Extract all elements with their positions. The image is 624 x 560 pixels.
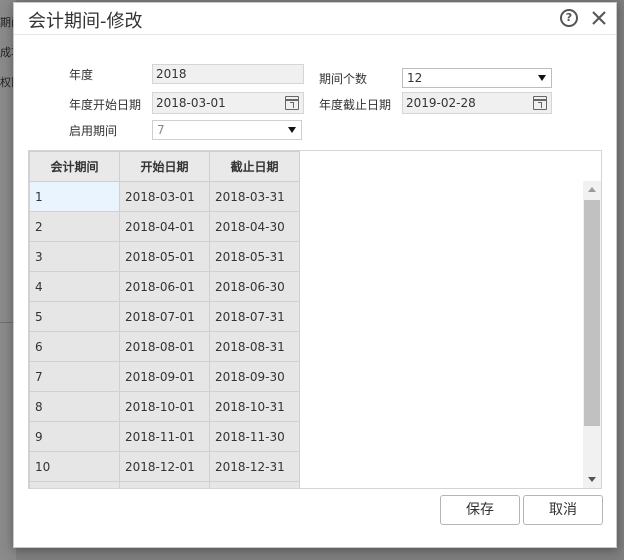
period-edit-dialog: 会计期间-修改 ? 年度 期间个数 12 年度开始日期 2018-03-01 年… bbox=[13, 2, 617, 548]
start-date-cell[interactable]: 2018-09-01 bbox=[119, 361, 210, 392]
grid-scrollbar[interactable] bbox=[583, 181, 601, 488]
start-date-cell[interactable]: 2018-06-01 bbox=[119, 271, 210, 302]
chevron-down-icon bbox=[288, 127, 296, 133]
period-table: 会计期间 开始日期 截止日期 1 2018-03-01 2018-03-31 2… bbox=[29, 151, 300, 488]
period-cell[interactable]: 6 bbox=[29, 331, 120, 362]
start-date-cell[interactable]: 2018-10-01 bbox=[119, 391, 210, 422]
table-row[interactable]: 6 2018-08-01 2018-08-31 bbox=[29, 331, 300, 362]
period-cell[interactable]: 5 bbox=[29, 301, 120, 332]
start-date-cell[interactable]: 2018-07-01 bbox=[119, 301, 210, 332]
column-header-end-date[interactable]: 截止日期 bbox=[209, 151, 300, 182]
start-date-cell[interactable]: 2018-11-01 bbox=[119, 421, 210, 452]
end-date-cell[interactable]: 2018-09-30 bbox=[209, 361, 300, 392]
year-end-label: 年度截止日期 bbox=[319, 98, 392, 112]
table-row[interactable]: 10 2018-12-01 2018-12-31 bbox=[29, 451, 300, 482]
period-cell[interactable]: 7 bbox=[29, 361, 120, 392]
end-date-cell[interactable]: 2018-06-30 bbox=[209, 271, 300, 302]
close-icon[interactable] bbox=[588, 6, 610, 30]
start-date-cell[interactable]: 2018-03-01 bbox=[119, 181, 210, 212]
year-end-date-value: 2019-02-28 bbox=[406, 96, 476, 110]
period-cell[interactable] bbox=[29, 481, 120, 488]
period-grid: 会计期间 开始日期 截止日期 1 2018-03-01 2018-03-31 2… bbox=[28, 150, 602, 489]
start-date-cell[interactable]: 2018-08-01 bbox=[119, 331, 210, 362]
period-cell[interactable]: 3 bbox=[29, 241, 120, 272]
save-button[interactable]: 保存 bbox=[440, 495, 520, 525]
table-header-row: 会计期间 开始日期 截止日期 bbox=[29, 151, 300, 182]
year-start-date-value: 2018-03-01 bbox=[156, 96, 226, 110]
end-date-cell[interactable]: 2018-04-30 bbox=[209, 211, 300, 242]
table-row[interactable]: 5 2018-07-01 2018-07-31 bbox=[29, 301, 300, 332]
end-date-cell[interactable]: 2018-08-31 bbox=[209, 331, 300, 362]
period-count-label: 期间个数 bbox=[319, 72, 368, 86]
scroll-down-icon[interactable] bbox=[588, 477, 596, 482]
end-date-cell[interactable]: 2018-12-31 bbox=[209, 451, 300, 482]
calendar-icon[interactable] bbox=[533, 96, 547, 110]
period-cell[interactable]: 10 bbox=[29, 451, 120, 482]
year-start-label: 年度开始日期 bbox=[69, 98, 142, 112]
year-start-date-field[interactable]: 2018-03-01 bbox=[152, 92, 304, 114]
cancel-button[interactable]: 取消 bbox=[523, 495, 603, 525]
year-input[interactable] bbox=[152, 64, 304, 84]
dialog-title: 会计期间-修改 bbox=[28, 11, 143, 32]
table-row[interactable]: 7 2018-09-01 2018-09-30 bbox=[29, 361, 300, 392]
period-cell[interactable]: 8 bbox=[29, 391, 120, 422]
period-cell[interactable]: 1 bbox=[29, 181, 120, 212]
year-label: 年度 bbox=[69, 68, 94, 82]
enable-period-value: 7 bbox=[157, 123, 165, 137]
table-row[interactable]: 3 2018-05-01 2018-05-31 bbox=[29, 241, 300, 272]
end-date-cell[interactable]: 2018-11-30 bbox=[209, 421, 300, 452]
start-date-cell[interactable]: 2018-05-01 bbox=[119, 241, 210, 272]
period-cell[interactable]: 4 bbox=[29, 271, 120, 302]
chevron-down-icon bbox=[538, 75, 546, 81]
period-count-select[interactable]: 12 bbox=[402, 68, 552, 88]
end-date-cell[interactable]: 2018-10-31 bbox=[209, 391, 300, 422]
period-count-value: 12 bbox=[407, 71, 423, 85]
year-end-date-field[interactable]: 2019-02-28 bbox=[402, 92, 552, 114]
table-row[interactable]: 2 2018-04-01 2018-04-30 bbox=[29, 211, 300, 242]
scroll-up-icon[interactable] bbox=[588, 187, 596, 192]
dialog-header: 会计期间-修改 ? bbox=[14, 3, 616, 35]
start-date-cell[interactable]: 2018-04-01 bbox=[119, 211, 210, 242]
period-cell[interactable]: 9 bbox=[29, 421, 120, 452]
column-header-period[interactable]: 会计期间 bbox=[29, 151, 120, 182]
table-row[interactable]: 9 2018-11-01 2018-11-30 bbox=[29, 421, 300, 452]
table-row[interactable]: 4 2018-06-01 2018-06-30 bbox=[29, 271, 300, 302]
help-icon[interactable]: ? bbox=[560, 9, 578, 27]
table-row[interactable] bbox=[29, 481, 300, 488]
table-row[interactable]: 8 2018-10-01 2018-10-31 bbox=[29, 391, 300, 422]
end-date-cell[interactable]: 2018-05-31 bbox=[209, 241, 300, 272]
calendar-icon[interactable] bbox=[285, 96, 299, 110]
start-date-cell[interactable] bbox=[119, 481, 210, 488]
end-date-cell[interactable] bbox=[209, 481, 300, 488]
enable-period-select[interactable]: 7 bbox=[152, 120, 302, 140]
start-date-cell[interactable]: 2018-12-01 bbox=[119, 451, 210, 482]
end-date-cell[interactable]: 2018-03-31 bbox=[209, 181, 300, 212]
table-row[interactable]: 1 2018-03-01 2018-03-31 bbox=[29, 181, 300, 212]
end-date-cell[interactable]: 2018-07-31 bbox=[209, 301, 300, 332]
period-cell[interactable]: 2 bbox=[29, 211, 120, 242]
enable-period-label: 启用期间 bbox=[69, 124, 118, 138]
column-header-start-date[interactable]: 开始日期 bbox=[119, 151, 210, 182]
scrollbar-thumb[interactable] bbox=[584, 200, 600, 426]
